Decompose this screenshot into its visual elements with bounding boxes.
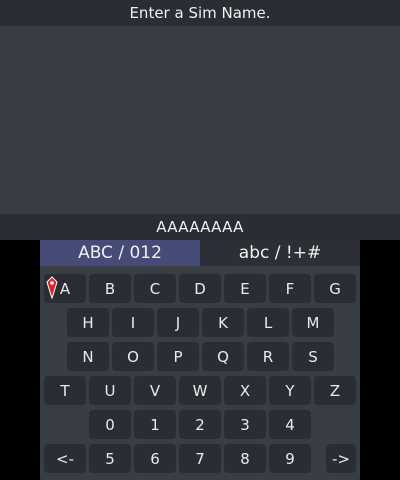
key-l-label: L: [263, 313, 273, 332]
key-y-label: Y: [285, 381, 295, 400]
key-j-label: J: [175, 313, 181, 332]
key-8-label: 8: [240, 449, 250, 468]
key-m[interactable]: M: [292, 308, 334, 337]
key-s[interactable]: S: [292, 342, 334, 371]
backspace-key[interactable]: <-: [44, 444, 86, 473]
keyboard-screen: ABC / 012 abc / !+# A B C D E F G H I J K L M N O P Q R S T…: [40, 240, 360, 480]
prompt-bar: Enter a Sim Name.: [0, 0, 400, 26]
tab-lowercase-symbols-label: abc / !+#: [238, 243, 322, 263]
key-e-label: E: [240, 279, 250, 298]
key-i[interactable]: I: [112, 308, 154, 337]
key-r[interactable]: R: [247, 342, 289, 371]
key-q[interactable]: Q: [202, 342, 244, 371]
key-f[interactable]: F: [269, 274, 311, 303]
key-d-label: D: [194, 279, 206, 298]
key-w[interactable]: W: [179, 376, 221, 405]
key-k[interactable]: K: [202, 308, 244, 337]
key-2[interactable]: 2: [179, 410, 221, 439]
key-b[interactable]: B: [89, 274, 131, 303]
key-n[interactable]: N: [67, 342, 109, 371]
key-e[interactable]: E: [224, 274, 266, 303]
key-z[interactable]: Z: [314, 376, 356, 405]
key-9[interactable]: 9: [269, 444, 311, 473]
key-6-label: 6: [150, 449, 160, 468]
tab-lowercase-symbols[interactable]: abc / !+#: [200, 240, 360, 266]
key-o[interactable]: O: [112, 342, 154, 371]
prompt-text: Enter a Sim Name.: [129, 4, 271, 22]
key-f-label: F: [285, 279, 295, 298]
key-v[interactable]: V: [134, 376, 176, 405]
name-display: AAAAAAAA: [0, 214, 400, 240]
key-o-label: O: [127, 347, 139, 366]
key-1[interactable]: 1: [134, 410, 176, 439]
top-screen: Enter a Sim Name. AAAAAAAA: [0, 0, 400, 240]
key-9-label: 9: [285, 449, 295, 468]
key-c[interactable]: C: [134, 274, 176, 303]
forward-key[interactable]: ->: [326, 444, 356, 473]
backspace-key-label: <-: [56, 449, 74, 468]
key-0-label: 0: [105, 415, 115, 434]
key-t-label: T: [60, 381, 70, 400]
tab-uppercase-digits[interactable]: ABC / 012: [40, 240, 200, 266]
key-x[interactable]: X: [224, 376, 266, 405]
key-p[interactable]: P: [157, 342, 199, 371]
key-u-label: U: [104, 381, 116, 400]
key-7[interactable]: 7: [179, 444, 221, 473]
key-k-label: K: [218, 313, 228, 332]
key-c-label: C: [149, 279, 161, 298]
key-r-label: R: [262, 347, 274, 366]
key-x-label: X: [239, 381, 251, 400]
name-value: AAAAAAAA: [156, 218, 244, 236]
key-u[interactable]: U: [89, 376, 131, 405]
key-2-label: 2: [195, 415, 205, 434]
key-5-label: 5: [105, 449, 115, 468]
key-m-label: M: [306, 313, 320, 332]
key-g-label: G: [329, 279, 341, 298]
key-s-label: S: [308, 347, 318, 366]
key-3[interactable]: 3: [224, 410, 266, 439]
key-v-label: V: [149, 381, 161, 400]
key-0[interactable]: 0: [89, 410, 131, 439]
key-8[interactable]: 8: [224, 444, 266, 473]
key-1-label: 1: [150, 415, 160, 434]
key-p-label: P: [173, 347, 183, 366]
key-i-label: I: [130, 313, 136, 332]
key-6[interactable]: 6: [134, 444, 176, 473]
red-pen-cursor-icon: [46, 276, 58, 300]
key-h[interactable]: H: [67, 308, 109, 337]
key-7-label: 7: [195, 449, 205, 468]
key-b-label: B: [104, 279, 116, 298]
key-d[interactable]: D: [179, 274, 221, 303]
key-t[interactable]: T: [44, 376, 86, 405]
key-n-label: N: [82, 347, 94, 366]
key-h-label: H: [82, 313, 94, 332]
key-5[interactable]: 5: [89, 444, 131, 473]
forward-key-label: ->: [332, 449, 350, 468]
key-4-label: 4: [285, 415, 295, 434]
key-a-label: A: [59, 279, 71, 298]
key-4[interactable]: 4: [269, 410, 311, 439]
key-z-label: Z: [329, 381, 341, 400]
key-3-label: 3: [240, 415, 250, 434]
tab-uppercase-digits-label: ABC / 012: [78, 243, 162, 263]
key-j[interactable]: J: [157, 308, 199, 337]
key-l[interactable]: L: [247, 308, 289, 337]
key-g[interactable]: G: [314, 274, 356, 303]
key-q-label: Q: [217, 347, 229, 366]
key-y[interactable]: Y: [269, 376, 311, 405]
preview-area: [0, 26, 400, 214]
key-w-label: W: [192, 381, 208, 400]
